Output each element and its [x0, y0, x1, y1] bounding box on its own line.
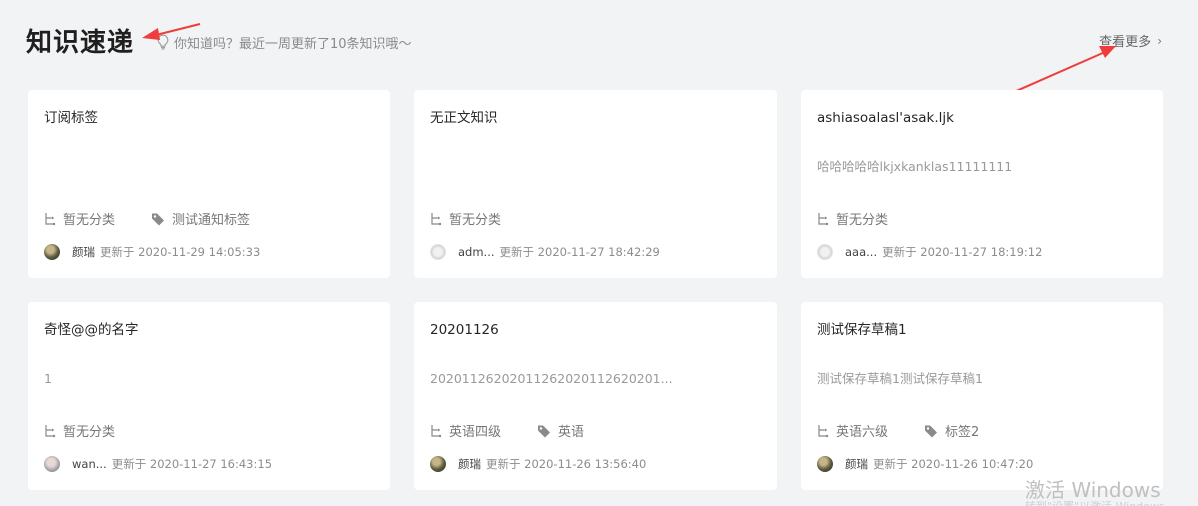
card-footer: wan... 更新于 2020-11-27 16:43:15 [44, 456, 272, 472]
category-label: 暂无分类 [63, 425, 116, 440]
tip: 你知道吗？最近一周更新了10条知识哦～ [156, 33, 412, 52]
updated-time: 更新于 2020-11-26 13:56:40 [486, 457, 647, 471]
updated-time: 更新于 2020-11-27 18:19:12 [882, 245, 1043, 259]
card-footer: aaa... 更新于 2020-11-27 18:19:12 [817, 244, 1042, 260]
category: 英语四级 [430, 421, 501, 440]
category: 暂无分类 [44, 209, 115, 228]
card-title: ashiasoalasl'asak.ljk [817, 110, 954, 126]
card-footer: 颜瑞 更新于 2020-11-26 13:56:40 [430, 456, 646, 472]
knowledge-card-grid: 订阅标签 暂无分类 测试通知标签 颜瑞 更新于 2020-11-29 14:05… [28, 90, 1163, 490]
knowledge-card[interactable]: 测试保存草稿1 测试保存草稿1测试保存草稿1 英语六级 标签2 颜瑞 更新于 2… [801, 302, 1163, 490]
updated-time: 更新于 2020-11-27 18:42:29 [499, 245, 660, 259]
chevron-right-icon: › [1157, 33, 1162, 48]
card-meta: 暂无分类 [430, 209, 537, 228]
card-footer: 颜瑞 更新于 2020-11-26 10:47:20 [817, 456, 1033, 472]
card-summary: 哈哈哈哈哈lkjxkanklas11111111 [817, 159, 1013, 174]
knowledge-card[interactable]: 奇怪@@的名字 1 暂无分类 wan... 更新于 2020-11-27 16:… [28, 302, 390, 490]
lightbulb-icon [157, 34, 169, 50]
card-summary [44, 158, 374, 176]
updated-time: 更新于 2020-11-26 10:47:20 [873, 457, 1034, 471]
tag-label: 测试通知标签 [172, 213, 251, 228]
category-tree-icon [431, 424, 442, 437]
card-summary: 1 [44, 371, 52, 386]
category: 暂无分类 [430, 209, 501, 228]
avatar [430, 456, 446, 472]
card-title: 奇怪@@的名字 [44, 322, 139, 338]
updated-time: 更新于 2020-11-29 14:05:33 [100, 245, 261, 259]
category-tree-icon [45, 424, 56, 437]
section-title: 知识速递 [26, 27, 135, 58]
category-label: 暂无分类 [836, 213, 889, 228]
category: 暂无分类 [817, 209, 888, 228]
category-label: 暂无分类 [63, 213, 116, 228]
category-label: 英语四级 [449, 425, 502, 440]
card-footer: adm... 更新于 2020-11-27 18:42:29 [430, 244, 660, 260]
tag: 标签2 [924, 421, 979, 440]
card-title: 测试保存草稿1 [817, 322, 907, 338]
author-name: wan... [72, 457, 107, 471]
category-tree-icon [818, 212, 829, 225]
tag-label: 英语 [558, 425, 585, 440]
author-name: aaa... [845, 245, 878, 259]
view-more-link[interactable]: 查看更多 › [1099, 31, 1162, 51]
updated-time: 更新于 2020-11-27 16:43:15 [111, 457, 273, 471]
card-title: 无正文知识 [430, 110, 498, 126]
author-name: adm... [458, 245, 495, 259]
card-summary [430, 158, 761, 176]
author-name: 颜瑞 [72, 245, 95, 259]
tag-icon [925, 425, 938, 437]
card-title: 20201126 [430, 322, 499, 338]
category-tree-icon [45, 212, 56, 225]
category-label: 暂无分类 [449, 213, 502, 228]
knowledge-card[interactable]: 20201126 20201126202011262020112620201..… [414, 302, 777, 490]
section-header: 知识速递 你知道吗？最近一周更新了10条知识哦～ 查看更多 › [26, 18, 1162, 62]
card-meta: 暂无分类 [44, 421, 151, 440]
card-meta: 英语四级 英语 [430, 421, 620, 440]
card-footer: 颜瑞 更新于 2020-11-29 14:05:33 [44, 244, 260, 260]
category: 英语六级 [817, 421, 888, 440]
category-tree-icon [431, 212, 442, 225]
card-summary: 测试保存草稿1测试保存草稿1 [817, 371, 983, 386]
activation-watermark-sub: 转到"设置"以激活 Windows。 [1025, 498, 1176, 506]
card-meta: 暂无分类 测试通知标签 [44, 209, 286, 228]
category: 暂无分类 [44, 421, 115, 440]
author-name: 颜瑞 [458, 457, 481, 471]
tag-icon [152, 213, 165, 225]
avatar [44, 456, 60, 472]
tag: 英语 [537, 421, 584, 440]
avatar [430, 244, 446, 260]
category-label: 英语六级 [836, 425, 889, 440]
avatar [817, 456, 833, 472]
tag-label: 标签2 [945, 425, 980, 440]
tip-text: 你知道吗？最近一周更新了10条知识哦～ [174, 36, 412, 52]
knowledge-card[interactable]: 订阅标签 暂无分类 测试通知标签 颜瑞 更新于 2020-11-29 14:05… [28, 90, 390, 278]
tag-icon [538, 425, 551, 437]
avatar [44, 244, 60, 260]
category-tree-icon [818, 424, 829, 437]
knowledge-card[interactable]: ashiasoalasl'asak.ljk 哈哈哈哈哈lkjxkanklas11… [801, 90, 1163, 278]
card-title: 订阅标签 [44, 110, 98, 126]
avatar [817, 244, 833, 260]
card-meta: 暂无分类 [817, 209, 924, 228]
knowledge-card[interactable]: 无正文知识 暂无分类 adm... 更新于 2020-11-27 18:42:2… [414, 90, 777, 278]
author-name: 颜瑞 [845, 457, 868, 471]
card-meta: 英语六级 标签2 [817, 421, 1015, 440]
card-summary: 20201126202011262020112620201... [430, 371, 673, 386]
view-more-label: 查看更多 [1099, 35, 1152, 50]
tag: 测试通知标签 [151, 209, 250, 228]
